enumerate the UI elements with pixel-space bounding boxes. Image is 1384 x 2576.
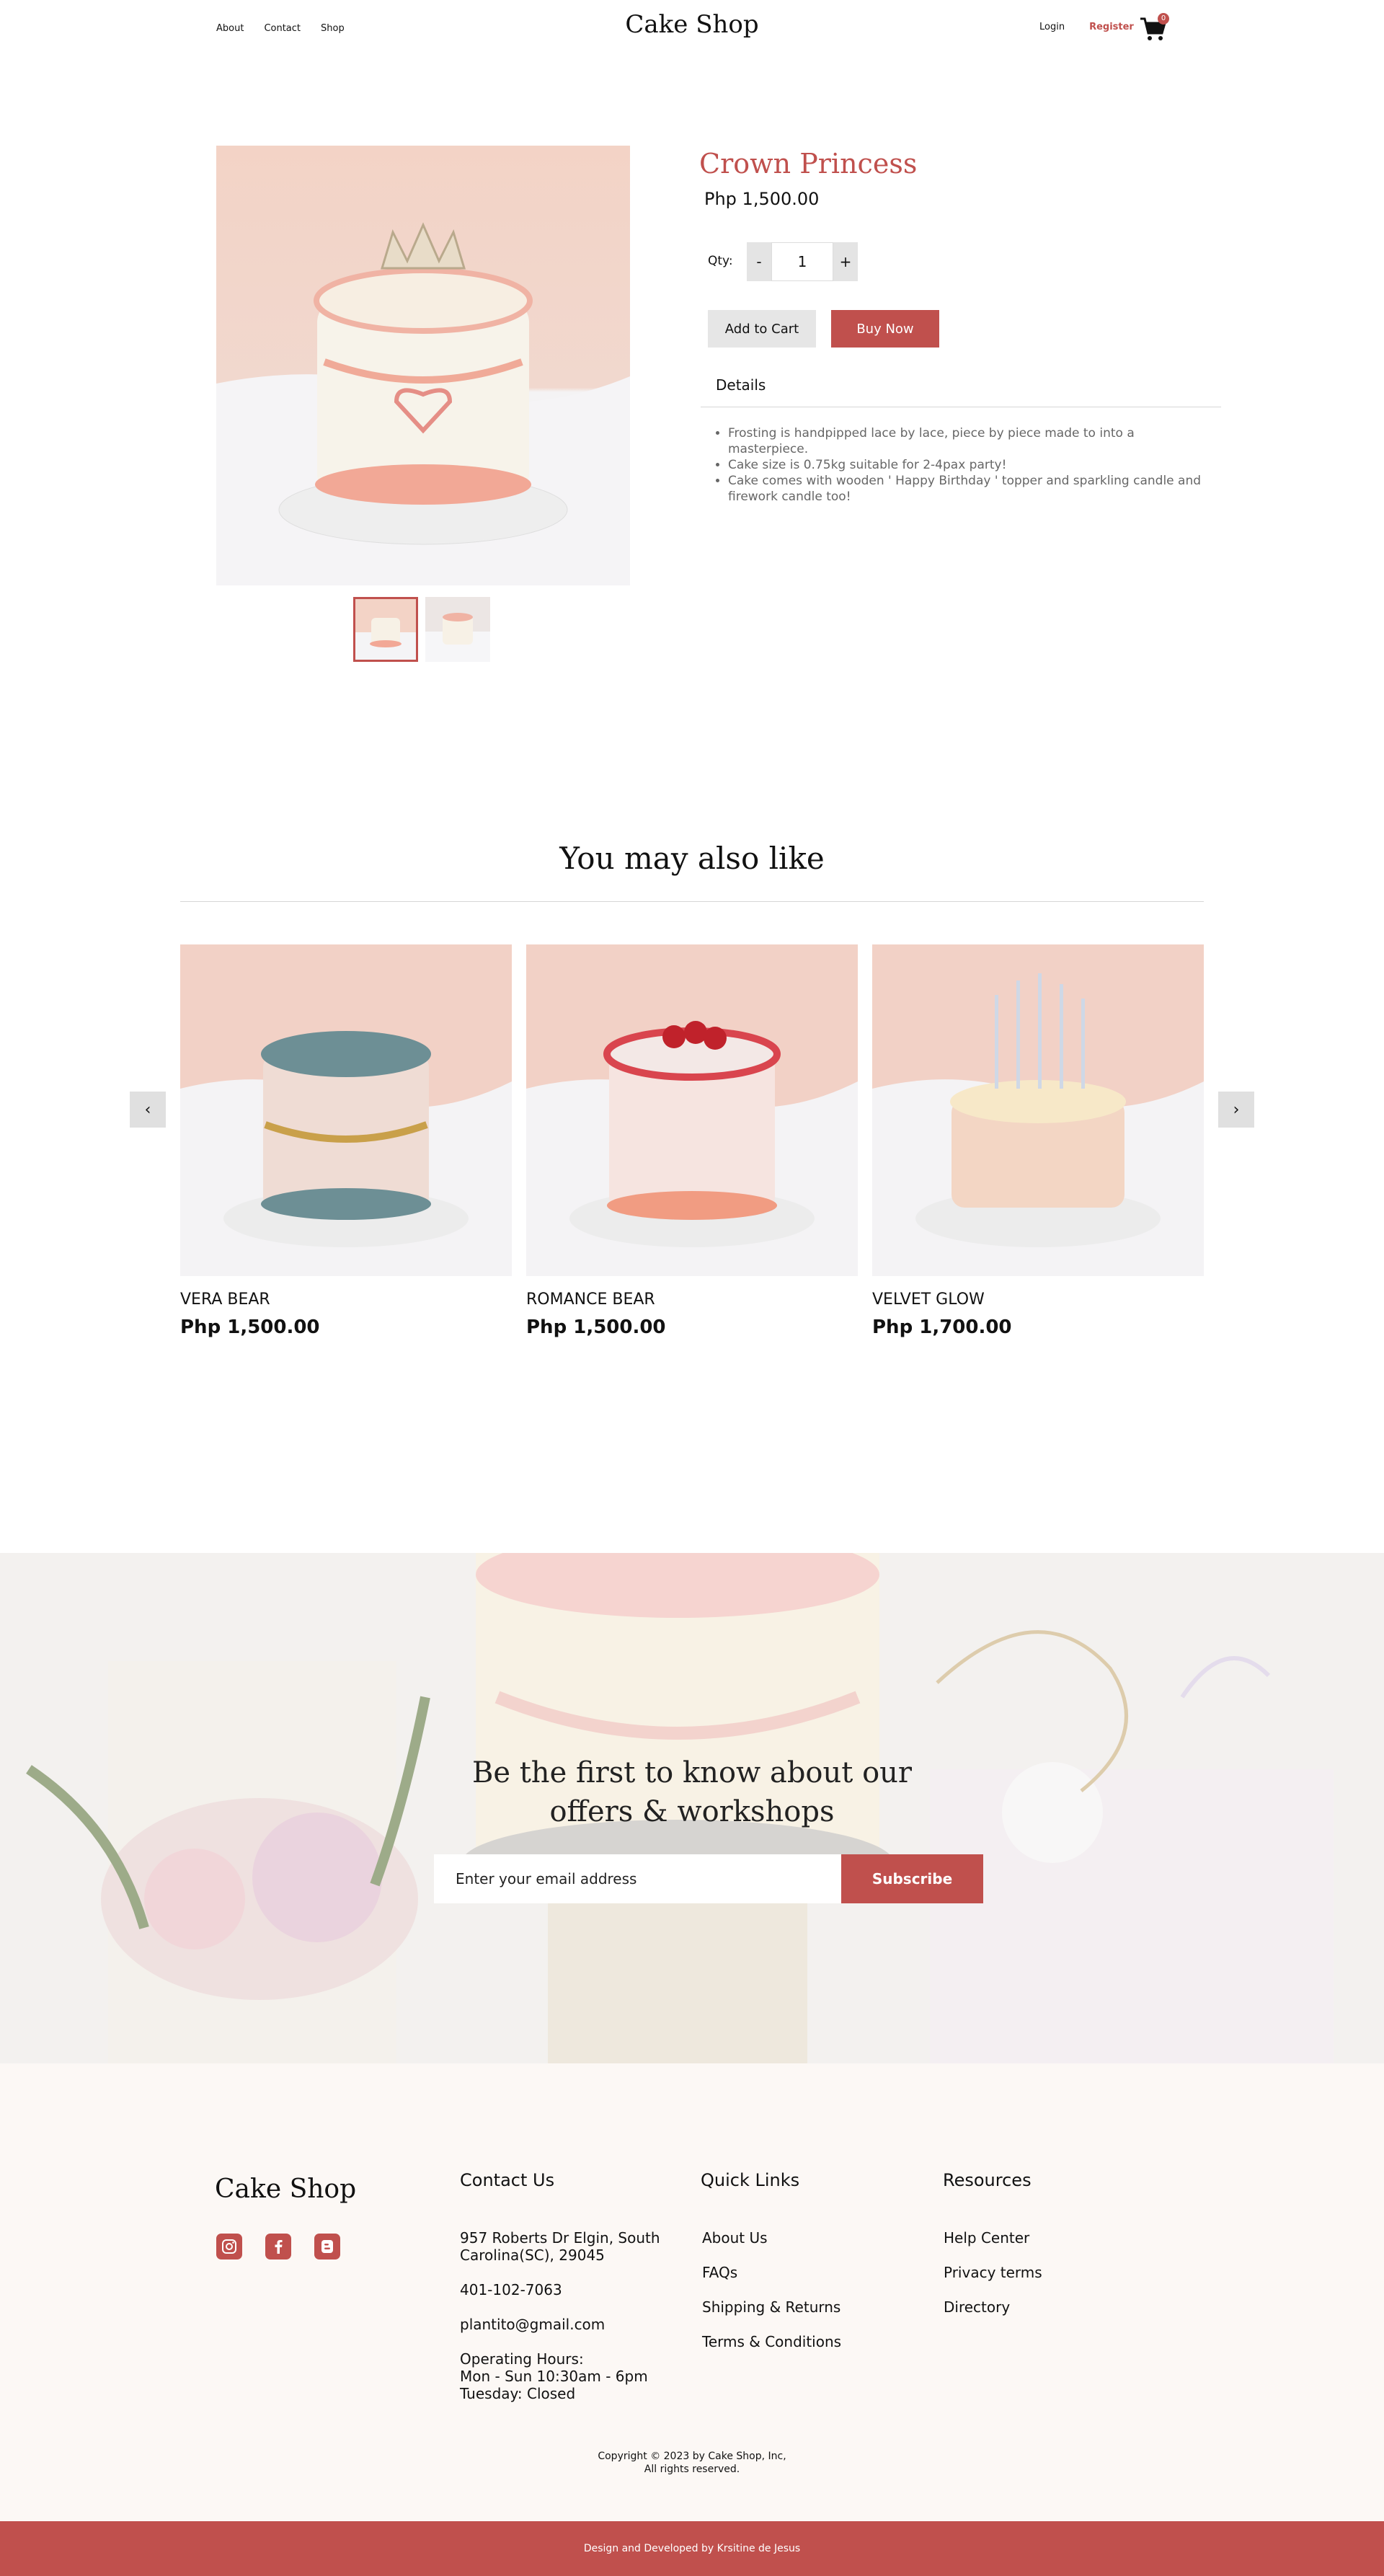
newsletter-title-line2: offers & workshops xyxy=(549,1795,835,1828)
product-card-image[interactable] xyxy=(872,944,1204,1276)
footer-address: 957 Roberts Dr Elgin, South Carolina(SC)… xyxy=(460,2229,660,2264)
footer-link-faqs[interactable]: FAQs xyxy=(702,2264,737,2281)
product-card-price: Php 1,500.00 xyxy=(526,1316,666,1338)
carousel-next-button[interactable]: › xyxy=(1218,1092,1254,1128)
product-main-image xyxy=(216,146,630,585)
details-item: Cake size is 0.75kg suitable for 2-4pax … xyxy=(728,457,1218,473)
footer-link-about-us[interactable]: About Us xyxy=(702,2229,768,2247)
product-title: Crown Princess xyxy=(699,148,918,180)
facebook-icon xyxy=(275,2240,283,2254)
email-input[interactable] xyxy=(434,1854,841,1903)
copyright: Copyright © 2023 by Cake Shop, Inc, All … xyxy=(0,2450,1384,2476)
qty-increase-button[interactable]: + xyxy=(833,242,858,281)
facebook-link[interactable] xyxy=(265,2234,291,2259)
instagram-icon xyxy=(222,2239,236,2254)
footer-phone: 401-102-7063 xyxy=(460,2281,562,2298)
product-card-name[interactable]: ROMANCE BEAR xyxy=(526,1291,655,1309)
footer-quick-links-heading: Quick Links xyxy=(701,2170,800,2190)
cart-button[interactable]: 0 xyxy=(1139,13,1169,43)
footer-resources-heading: Resources xyxy=(943,2170,1032,2190)
site-header: About Contact Shop Cake Shop Login Regis… xyxy=(0,0,1384,58)
product-card-price: Php 1,500.00 xyxy=(180,1316,320,1338)
login-link[interactable]: Login xyxy=(1039,22,1065,32)
footer-link-shipping-returns[interactable]: Shipping & Returns xyxy=(702,2298,840,2316)
footer-link-privacy-terms[interactable]: Privacy terms xyxy=(944,2264,1042,2281)
newsletter-title: Be the first to know about our offers & … xyxy=(0,1753,1384,1831)
buy-now-button[interactable]: Buy Now xyxy=(831,310,939,348)
details-item: Cake comes with wooden ' Happy Birthday … xyxy=(728,473,1218,505)
carousel-prev-button[interactable]: ‹ xyxy=(130,1092,166,1128)
product-card-image[interactable] xyxy=(180,944,512,1276)
qty-value[interactable]: 1 xyxy=(771,242,833,281)
quantity-stepper: - 1 + xyxy=(747,242,858,281)
details-heading: Details xyxy=(716,376,766,394)
product-card-image[interactable] xyxy=(526,944,858,1276)
qty-decrease-button[interactable]: - xyxy=(747,242,771,281)
footer-address-line2: Carolina(SC), 29045 xyxy=(460,2247,605,2264)
cart-count-badge: 0 xyxy=(1158,13,1169,25)
product-card-price: Php 1,700.00 xyxy=(872,1316,1012,1338)
newsletter-title-line1: Be the first to know about our xyxy=(471,1756,913,1789)
qty-label: Qty: xyxy=(708,254,733,268)
copyright-line1: Copyright © 2023 by Cake Shop, Inc, xyxy=(598,2451,786,2462)
footer-hours-line1: Operating Hours: xyxy=(460,2350,584,2368)
copyright-line2: All rights reserved. xyxy=(644,2464,740,2475)
footer-link-help-center[interactable]: Help Center xyxy=(944,2229,1029,2247)
footer-hours-line3: Tuesday: Closed xyxy=(460,2385,576,2402)
product-thumbnail-2[interactable] xyxy=(425,597,490,662)
add-to-cart-button[interactable]: Add to Cart xyxy=(708,310,816,348)
related-divider xyxy=(180,901,1204,902)
blogger-link[interactable] xyxy=(314,2234,340,2259)
register-link[interactable]: Register xyxy=(1089,22,1134,32)
details-item: Frosting is handpipped lace by lace, pie… xyxy=(728,425,1218,457)
blogger-icon xyxy=(321,2240,333,2253)
product-price: Php 1,500.00 xyxy=(704,189,820,209)
site-logo[interactable]: Cake Shop xyxy=(0,10,1384,39)
subscribe-button[interactable]: Subscribe xyxy=(841,1854,983,1903)
footer-hours: Operating Hours: Mon - Sun 10:30am - 6pm… xyxy=(460,2350,648,2402)
related-heading: You may also like xyxy=(559,841,825,876)
details-list: Frosting is handpipped lace by lace, pie… xyxy=(714,425,1218,505)
footer-address-line1: 957 Roberts Dr Elgin, South xyxy=(460,2229,660,2247)
instagram-link[interactable] xyxy=(216,2234,242,2259)
footer-hours-line2: Mon - Sun 10:30am - 6pm xyxy=(460,2368,648,2385)
product-card-name[interactable]: VERA BEAR xyxy=(180,1291,270,1309)
product-thumbnail-1[interactable] xyxy=(353,597,418,662)
footer-link-directory[interactable]: Directory xyxy=(944,2298,1010,2316)
footer-email[interactable]: plantito@gmail.com xyxy=(460,2316,605,2333)
account-nav: Login Register xyxy=(1039,22,1134,32)
footer-link-terms[interactable]: Terms & Conditions xyxy=(702,2333,841,2350)
footer-logo[interactable]: Cake Shop xyxy=(215,2174,356,2204)
credits-text: Design and Developed by Krsitine de Jesu… xyxy=(583,2543,801,2554)
footer-contact-heading: Contact Us xyxy=(460,2170,555,2190)
credits-bar: Design and Developed by Krsitine de Jesu… xyxy=(0,2521,1384,2576)
product-card-name[interactable]: VELVET GLOW xyxy=(872,1291,985,1309)
